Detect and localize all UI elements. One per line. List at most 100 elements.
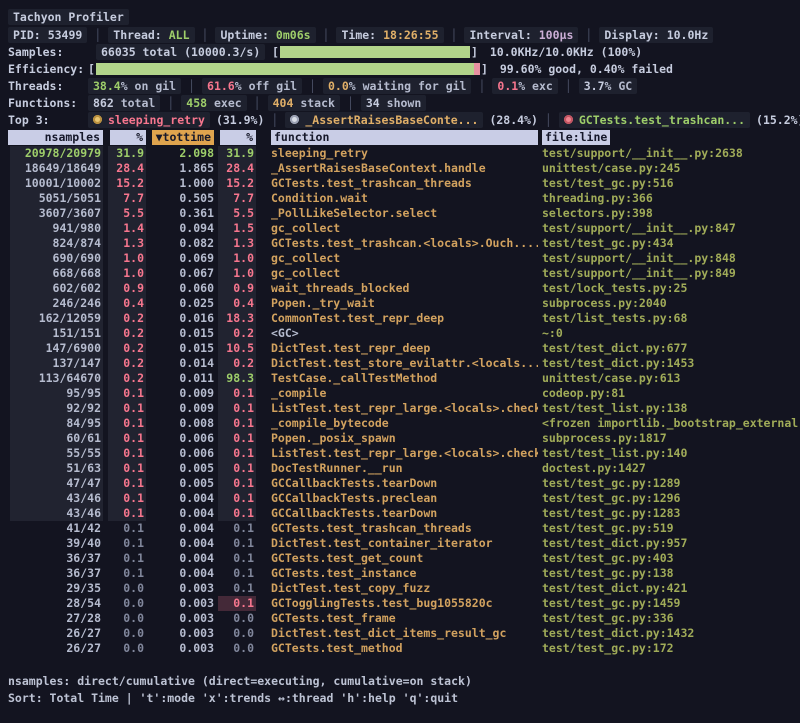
table-row[interactable]: 151/1510.20.0150.2<GC>~:0 (8, 326, 800, 341)
nsamples-legend: nsamples: direct/cumulative (direct=exec… (8, 674, 472, 688)
display-value: 10.0Hz (667, 28, 709, 42)
table-row[interactable]: 95/950.10.0090.1_compilecodeop.py:81 (8, 386, 800, 401)
file-line: test/test_dict.py:957 (538, 536, 800, 551)
cell-tottime: 0.025 (146, 296, 214, 311)
table-row[interactable]: 668/6681.00.0671.0gc_collecttest/support… (8, 266, 800, 281)
cell-tottime: 0.505 (146, 191, 214, 206)
table-row[interactable]: 55/550.10.0060.1ListTest.test_repr_large… (8, 446, 800, 461)
table-row[interactable]: 5051/50517.70.5057.7Condition.waitthread… (8, 191, 800, 206)
table-row[interactable]: 26/270.00.0030.0DictTest.test_dict_items… (8, 626, 800, 641)
cell-tottime: 0.361 (146, 206, 214, 221)
table-row[interactable]: 824/8741.30.0821.3GCTests.test_trashcan.… (8, 236, 800, 251)
table-row[interactable]: 39/400.10.0040.1DictTest.test_container_… (8, 536, 800, 551)
nsamples-value: 60/61 (10, 431, 103, 446)
nsamples-value: 941/980 (10, 221, 103, 236)
pct-direct-value: 0.1 (108, 446, 146, 461)
table-row[interactable]: 941/9801.40.0941.5gc_collecttest/support… (8, 221, 800, 236)
table-row[interactable]: 690/6901.00.0691.0gc_collecttest/support… (8, 251, 800, 266)
cell-pct-cumulative: 7.7 (214, 191, 256, 206)
cell-tottime: 0.069 (146, 251, 214, 266)
cell-nsamples: 5051/5051 (8, 191, 103, 206)
thread-field[interactable]: Thread:ALL (108, 27, 194, 43)
separator: │ (309, 79, 316, 93)
function-name: _AssertRaisesBaseContext.handle (256, 161, 538, 176)
table-row[interactable]: 36/370.10.0040.1GCTests.test_instancetes… (8, 566, 800, 581)
top3-item[interactable]: GCTests.test_trashcan... (559, 112, 750, 128)
cell-pct-cumulative: 1.0 (214, 251, 256, 266)
cell-pct-cumulative: 0.1 (214, 431, 256, 446)
pct-direct-value: 0.0 (108, 626, 146, 641)
table-row[interactable]: 51/630.10.0050.1DocTestRunner.__rundocte… (8, 461, 800, 476)
cell-pct-cumulative: 0.2 (214, 356, 256, 371)
cell-nsamples: 60/61 (8, 431, 103, 446)
cell-pct-direct: 1.0 (103, 266, 146, 281)
table-row[interactable]: 92/920.10.0090.1ListTest.test_repr_large… (8, 401, 800, 416)
file-line: test/test_dict.py:1453 (538, 356, 800, 371)
function-name: GCTests.test_trashcan_threads (256, 521, 538, 536)
nsamples-value: 602/602 (10, 281, 103, 296)
function-name: GCTogglingTests.test_bug1055820c (256, 596, 538, 611)
table-row[interactable]: 60/610.10.0060.1Popen._posix_spawnsubpro… (8, 431, 800, 446)
cell-pct-direct: 0.2 (103, 356, 146, 371)
table-row[interactable]: 246/2460.40.0250.4Popen._try_waitsubproc… (8, 296, 800, 311)
pct-cumulative-value: 0.0 (218, 641, 256, 656)
top3-list: sleeping_retry(31.9%)│_AssertRaisesBaseC… (88, 112, 800, 128)
file-line: test/test_gc.py:336 (538, 611, 800, 626)
function-name: GCCallbackTests.tearDown (256, 506, 538, 521)
table-row[interactable]: 602/6020.90.0600.9wait_threads_blockedte… (8, 281, 800, 296)
function-name: GCTests.test_trashcan.<locals>.Ouch.... (256, 236, 538, 251)
table-row[interactable]: 36/370.10.0040.1GCTests.test_get_countte… (8, 551, 800, 566)
table-row[interactable]: 29/350.00.0030.1DictTest.test_copy_fuzzt… (8, 581, 800, 596)
table-row[interactable]: 27/280.00.0030.0GCTests.test_frametest/t… (8, 611, 800, 626)
table-row[interactable]: 43/460.10.0040.1GCCallbackTests.tearDown… (8, 506, 800, 521)
file-line: test/test_dict.py:421 (538, 581, 800, 596)
column-header-function[interactable]: function (256, 130, 538, 146)
table-row[interactable]: 84/950.10.0080.1_compile_bytecode<frozen… (8, 416, 800, 431)
column-header-nsamples-label: nsamples (8, 130, 103, 145)
table-body: 20978/2097931.92.09831.9sleeping_retryte… (8, 146, 800, 656)
function-name: gc_collect (256, 251, 538, 266)
column-header-nsamples[interactable]: nsamples (8, 130, 103, 146)
table-row[interactable]: 113/646700.20.01198.3TestCase._callTestM… (8, 371, 800, 386)
table-row[interactable]: 41/420.10.0040.1GCTests.test_trashcan_th… (8, 521, 800, 536)
cell-pct-direct: 0.1 (103, 566, 146, 581)
file-line: unittest/case.py:245 (538, 161, 800, 176)
column-header-tottime-sorted[interactable]: ▼tottime (146, 130, 214, 146)
file-line: test/test_gc.py:1289 (538, 476, 800, 491)
table-row[interactable]: 137/1470.20.0140.2DictTest.test_store_ev… (8, 356, 800, 371)
table-row[interactable]: 47/470.10.0050.1GCCallbackTests.tearDown… (8, 476, 800, 491)
cell-tottime: 0.015 (146, 341, 214, 356)
cell-nsamples: 84/95 (8, 416, 103, 431)
top3-item[interactable]: _AssertRaisesBaseConte... (285, 112, 483, 128)
table-row[interactable]: 162/120590.20.01618.3CommonTest.test_rep… (8, 311, 800, 326)
top3-item[interactable]: sleeping_retry (88, 112, 210, 128)
file-line: test/test_dict.py:677 (538, 341, 800, 356)
status-line: PID:53499 │ Thread:ALL │ Uptime:0m06s │ … (8, 26, 798, 43)
pct-direct-value: 0.0 (108, 596, 146, 611)
pct-cumulative-value: 0.1 (218, 551, 256, 566)
table-row[interactable]: 20978/2097931.92.09831.9sleeping_retryte… (8, 146, 800, 161)
table-row[interactable]: 28/540.00.0030.1GCTogglingTests.test_bug… (8, 596, 800, 611)
table-row[interactable]: 43/460.10.0040.1GCCallbackTests.preclean… (8, 491, 800, 506)
column-header-pct2[interactable]: % (214, 130, 256, 146)
pct-direct-value: 1.0 (108, 251, 146, 266)
table-row[interactable]: 18649/1864928.41.86528.4_AssertRaisesBas… (8, 161, 800, 176)
table-row[interactable]: 10001/1000215.21.00015.2GCTests.test_tra… (8, 176, 800, 191)
function-name: ListTest.test_repr_large.<locals>.check (256, 446, 538, 461)
separator: │ (323, 28, 330, 42)
cell-tottime: 0.004 (146, 521, 214, 536)
cell-pct-direct: 28.4 (103, 161, 146, 176)
column-header-file[interactable]: file:line (538, 130, 800, 146)
cell-pct-direct: 1.0 (103, 251, 146, 266)
cell-pct-direct: 0.1 (103, 521, 146, 536)
table-row[interactable]: 26/270.00.0030.0GCTests.test_methodtest/… (8, 641, 800, 656)
table-row[interactable]: 3607/36075.50.3615.5_PollLikeSelector.se… (8, 206, 800, 221)
table-header: nsamples % ▼tottime % function file:line (8, 130, 800, 146)
table-row[interactable]: 147/69000.20.01510.5DictTest.test_repr_d… (8, 341, 800, 356)
cell-tottime: 0.094 (146, 221, 214, 236)
nsamples-value: 20978/20979 (10, 146, 103, 161)
pct-cumulative-value: 0.1 (218, 446, 256, 461)
column-header-pct1[interactable]: % (103, 130, 146, 146)
cell-pct-cumulative: 0.1 (214, 491, 256, 506)
cell-pct-direct: 0.2 (103, 311, 146, 326)
